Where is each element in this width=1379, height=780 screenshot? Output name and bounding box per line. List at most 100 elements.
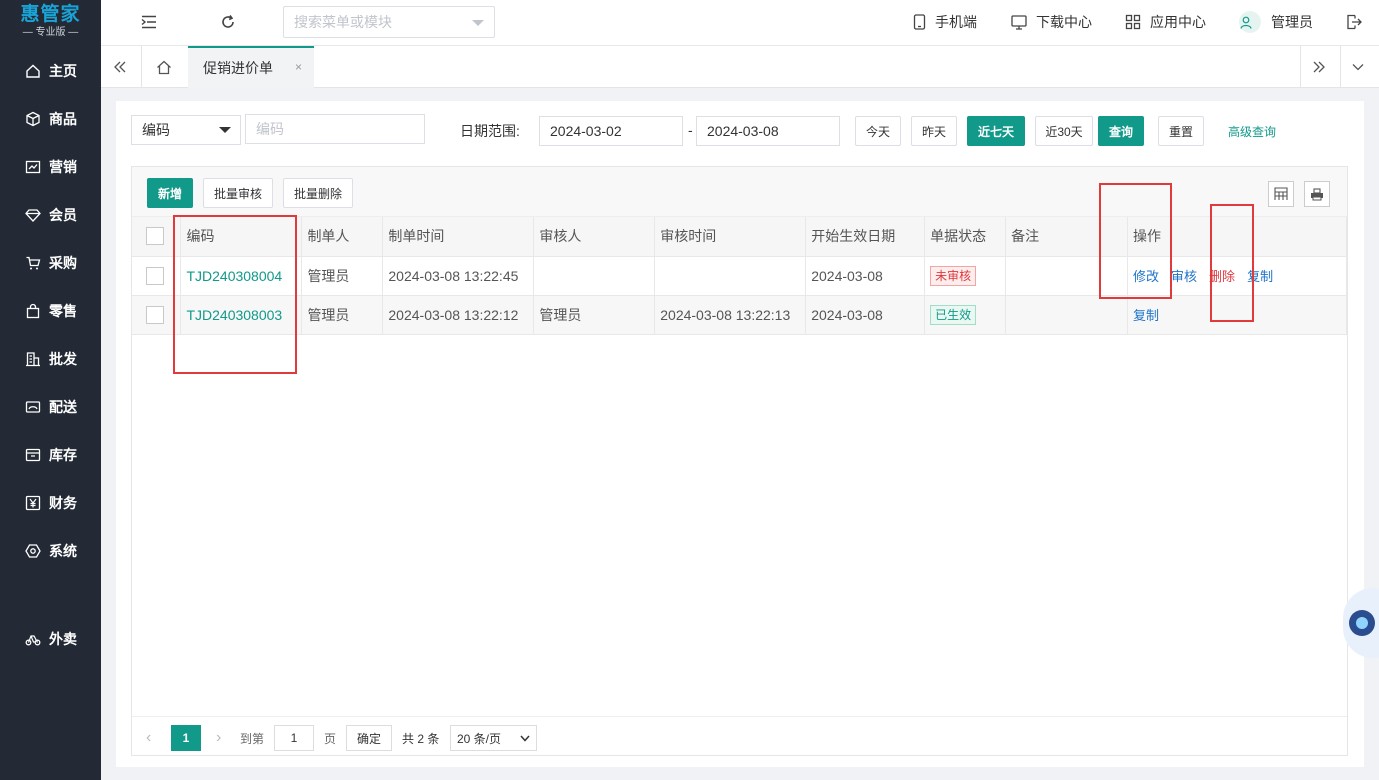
divider xyxy=(141,46,142,88)
page-1-button[interactable]: 1 xyxy=(171,725,201,751)
query-button[interactable]: 查询 xyxy=(1098,116,1144,146)
double-chevron-left-icon[interactable] xyxy=(113,46,127,88)
page-number-input[interactable]: 1 xyxy=(274,725,314,751)
sidebar-item-goods[interactable]: 商品 xyxy=(0,99,101,139)
close-icon[interactable]: × xyxy=(295,60,302,74)
page-confirm-button[interactable]: 确定 xyxy=(346,725,392,751)
double-chevron-right-icon[interactable] xyxy=(1312,46,1326,88)
sidebar-item-retail[interactable]: 零售 xyxy=(0,291,101,331)
top-header: 搜索菜单或模块 手机端 下载中心 应用中心 管理员 xyxy=(101,0,1379,46)
user-menu[interactable]: 管理员 xyxy=(1239,0,1313,44)
yesterday-button[interactable]: 昨天 xyxy=(911,116,957,146)
last-30-days-button[interactable]: 近30天 xyxy=(1035,116,1093,146)
sidebar-item-marketing[interactable]: 营销 xyxy=(0,147,101,187)
sidebar-item-inventory[interactable]: 库存 xyxy=(0,435,101,475)
tab-promotion-price[interactable]: 促销进价单 × xyxy=(188,46,314,88)
sidebar-item-members[interactable]: 会员 xyxy=(0,195,101,235)
sidebar-item-label: 库存 xyxy=(49,447,77,463)
reviewer-cell xyxy=(533,256,656,296)
select-all-cell[interactable] xyxy=(132,217,182,257)
delete-link[interactable]: 删除 xyxy=(1209,269,1235,284)
search-placeholder: 搜索菜单或模块 xyxy=(294,14,392,30)
avatar xyxy=(1239,11,1261,33)
date-start-input[interactable]: 2024-03-02 xyxy=(539,116,683,146)
date-separator: - xyxy=(688,122,693,138)
review-link[interactable]: 审核 xyxy=(1171,269,1197,284)
monitor-icon xyxy=(1011,14,1027,30)
prev-page-icon[interactable]: ‹ xyxy=(146,725,151,751)
advanced-query-link[interactable]: 高级查询 xyxy=(1228,123,1276,140)
next-page-icon[interactable]: › xyxy=(216,725,221,751)
cart-icon xyxy=(24,255,41,272)
main-panel: 编码 编码 日期范围: 2024-03-02 - 2024-03-08 今天 昨… xyxy=(116,101,1364,767)
download-center-link[interactable]: 下载中心 xyxy=(1011,0,1092,44)
menu-search-input[interactable]: 搜索菜单或模块 xyxy=(283,6,495,38)
sidebar-item-system[interactable]: 系统 xyxy=(0,531,101,571)
copy-link[interactable]: 复制 xyxy=(1247,269,1273,284)
sidebar-item-label: 外卖 xyxy=(49,631,77,647)
column-settings-icon[interactable] xyxy=(1268,181,1294,207)
grid-toolbar: 新增 批量审核 批量删除 xyxy=(132,167,1347,217)
sidebar-item-delivery[interactable]: 配送 xyxy=(0,387,101,427)
tab-bar: 促销进价单 × xyxy=(101,46,1379,88)
total-count: 共 2 条 xyxy=(402,731,440,746)
chevron-down-icon xyxy=(472,20,484,26)
user-icon xyxy=(1239,16,1252,29)
creator-cell: 管理员 xyxy=(301,295,384,335)
note-cell xyxy=(1005,295,1129,335)
mobile-link[interactable]: 手机端 xyxy=(913,0,977,44)
add-button[interactable]: 新增 xyxy=(147,178,193,208)
code-search-input[interactable]: 编码 xyxy=(245,114,425,144)
select-value: 编码 xyxy=(142,122,170,138)
row-select-cell[interactable] xyxy=(132,256,182,296)
date-end-input[interactable]: 2024-03-08 xyxy=(696,116,840,146)
menu-toggle-icon[interactable] xyxy=(141,0,157,44)
sidebar: 惠管家 — 专业版 — 主页 商品 营销 会员 采购 零售 批发 配送 库存 财… xyxy=(0,0,101,780)
last-7-days-button[interactable]: 近七天 xyxy=(967,116,1025,146)
row-checkbox[interactable] xyxy=(146,266,164,285)
sidebar-item-label: 营销 xyxy=(49,159,77,175)
row-select-cell[interactable] xyxy=(132,295,182,335)
select-all-checkbox[interactable] xyxy=(146,227,164,246)
app-center-link[interactable]: 应用中心 xyxy=(1125,0,1206,44)
sidebar-item-takeout[interactable]: 外卖 xyxy=(0,619,101,659)
building-icon xyxy=(24,351,41,368)
col-review-time: 审核时间 xyxy=(654,217,807,257)
start-date-cell: 2024-03-08 xyxy=(805,295,926,335)
today-button[interactable]: 今天 xyxy=(855,116,901,146)
status-badge: 已生效 xyxy=(930,304,977,325)
date-start-value: 2024-03-02 xyxy=(550,123,622,139)
sidebar-item-label: 零售 xyxy=(49,303,77,319)
sidebar-item-finance[interactable]: 财务 xyxy=(0,483,101,523)
refresh-icon[interactable] xyxy=(220,0,236,44)
col-creator: 制单人 xyxy=(301,217,384,257)
download-label: 下载中心 xyxy=(1036,14,1092,30)
home-tab-icon[interactable] xyxy=(156,46,172,88)
code-link[interactable]: TJD240308003 xyxy=(186,307,282,323)
batch-delete-button[interactable]: 批量删除 xyxy=(283,178,353,208)
copy-link[interactable]: 复制 xyxy=(1133,308,1159,323)
table-row: TJD240308004 管理员 2024-03-08 13:22:45 202… xyxy=(132,256,1347,296)
reset-button[interactable]: 重置 xyxy=(1158,116,1204,146)
chart-icon xyxy=(24,159,41,176)
batch-review-button[interactable]: 批量审核 xyxy=(203,178,273,208)
apps-grid-icon xyxy=(1125,14,1141,30)
sidebar-item-home[interactable]: 主页 xyxy=(0,51,101,91)
logout-icon[interactable] xyxy=(1346,0,1362,44)
col-code: 编码 xyxy=(180,217,303,257)
sidebar-item-purchase[interactable]: 采购 xyxy=(0,243,101,283)
edit-link[interactable]: 修改 xyxy=(1133,269,1159,284)
review-time-cell xyxy=(654,256,807,296)
code-link[interactable]: TJD240308004 xyxy=(186,268,282,284)
search-field-select[interactable]: 编码 xyxy=(131,115,241,145)
row-checkbox[interactable] xyxy=(146,305,164,324)
sidebar-item-label: 商品 xyxy=(49,111,77,127)
app-logo[interactable]: 惠管家 — 专业版 — xyxy=(0,0,101,46)
pagination: ‹ 1 › 到第 1 页 确定 共 2 条 20 条/页 xyxy=(132,716,1347,756)
sidebar-item-wholesale[interactable]: 批发 xyxy=(0,339,101,379)
bike-icon xyxy=(24,631,41,648)
page-size-select[interactable]: 20 条/页 xyxy=(450,725,537,751)
print-icon[interactable] xyxy=(1304,181,1330,207)
col-created-time: 制单时间 xyxy=(382,217,535,257)
chevron-down-icon[interactable] xyxy=(1352,46,1364,88)
